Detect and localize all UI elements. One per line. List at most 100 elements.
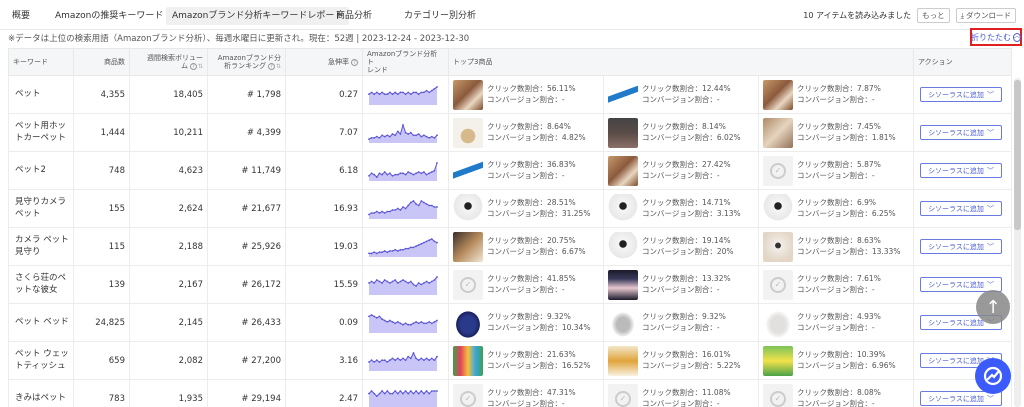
- keyword-cell[interactable]: カメラ ペット見守り: [8, 227, 74, 267]
- product-image[interactable]: [608, 269, 638, 300]
- trend-point: [417, 281, 420, 284]
- product-image[interactable]: [453, 155, 483, 186]
- conversion-share-label: コンバージョン割合：: [797, 360, 872, 370]
- keyword-text[interactable]: ペット2: [15, 165, 46, 175]
- product-image[interactable]: [453, 117, 483, 148]
- trend-point: [436, 275, 438, 278]
- product-image[interactable]: [763, 117, 793, 148]
- product-image[interactable]: [608, 345, 638, 376]
- product-placeholder-image[interactable]: ✓: [763, 383, 793, 407]
- trend-point: [375, 316, 378, 319]
- product-image[interactable]: [453, 193, 483, 224]
- product-image[interactable]: [453, 231, 483, 262]
- keyword-cell[interactable]: ペット用ホットカーペット: [8, 113, 74, 153]
- add-label: シソーラスに追加: [928, 166, 984, 175]
- product-stats: クリック数割合：9.32% コンバージョン割合：10.34%: [487, 312, 590, 333]
- keyword-text[interactable]: きみはペット: [15, 393, 66, 403]
- product-image[interactable]: [608, 117, 638, 148]
- download-button[interactable]: ⤓ ダウンロード: [955, 8, 1016, 23]
- col-weekly-search[interactable]: 週間検索ボリューム? ⇅: [129, 47, 208, 77]
- keyword-text[interactable]: カメラ ペット見守り: [15, 235, 69, 256]
- col-brand-rank[interactable]: Amazonブランド分 析ランキング? ⇅: [207, 47, 286, 77]
- product-image[interactable]: [608, 193, 638, 224]
- top-product-cell: クリック数割合：7.87% コンバージョン割合：-: [758, 75, 914, 115]
- product-image[interactable]: [453, 345, 483, 376]
- add-to-thesaurus-button[interactable]: シソーラスに追加﹀: [920, 163, 1002, 179]
- top-product: クリック数割合：27.42% コンバージョン割合：-: [608, 153, 754, 189]
- keyword-text[interactable]: 見守りカメラペット: [15, 197, 66, 218]
- keyword-cell[interactable]: ペット: [8, 75, 74, 115]
- product-image[interactable]: [763, 307, 793, 338]
- conversion-share-line: コンバージョン割合：-: [642, 323, 726, 334]
- product-placeholder-image[interactable]: ✓: [453, 269, 483, 300]
- fold-button[interactable]: 折りたたむ ︿: [970, 28, 1022, 46]
- scroll-top-button[interactable]: ↑: [976, 290, 1010, 324]
- add-to-thesaurus-button[interactable]: シソーラスに追加﹀: [920, 87, 1002, 103]
- click-share-label: クリック数割合：: [487, 236, 547, 246]
- product-image[interactable]: [608, 231, 638, 262]
- volume-value: 1,935: [178, 393, 203, 404]
- tab-brand-analytics[interactable]: Amazonブランド分析キーワードレポート: [166, 7, 350, 25]
- product-image[interactable]: [453, 79, 483, 110]
- tab-amazon-recommended[interactable]: Amazonの推奨キーワード3: [55, 7, 172, 25]
- add-to-thesaurus-button[interactable]: シソーラスに追加﹀: [920, 201, 1002, 217]
- trend-point: [386, 280, 389, 283]
- trend-point: [391, 357, 394, 359]
- keyword-text[interactable]: ペット ウェットティッシュ: [15, 349, 69, 370]
- product-image[interactable]: [763, 193, 793, 224]
- keyword-cell[interactable]: ペット2: [8, 151, 74, 191]
- product-image[interactable]: [453, 307, 483, 338]
- click-share-value: 11.08%: [702, 388, 731, 398]
- product-placeholder-image[interactable]: ✓: [608, 383, 638, 407]
- products-value: 24,825: [95, 317, 125, 328]
- trend-point: [368, 92, 370, 95]
- keyword-text[interactable]: ペット ベッド: [15, 317, 69, 327]
- sort-icon[interactable]: ⇅: [198, 63, 203, 70]
- product-image[interactable]: [608, 307, 638, 338]
- tab-overview[interactable]: 概要: [12, 7, 30, 25]
- col-growth[interactable]: 急伸率?: [285, 47, 363, 77]
- tab-product-analysis[interactable]: 商品分析: [336, 7, 372, 25]
- info-icon[interactable]: ?: [267, 62, 275, 70]
- more-button[interactable]: もっと: [917, 8, 950, 23]
- sort-icon[interactable]: ⇅: [276, 63, 281, 70]
- keyword-cell[interactable]: きみはペット: [8, 379, 74, 407]
- scrollbar-thumb[interactable]: [1014, 80, 1021, 230]
- trend-point: [412, 91, 415, 93]
- product-image[interactable]: [608, 155, 638, 186]
- product-placeholder-image[interactable]: ✓: [763, 155, 793, 186]
- keyword-text[interactable]: さくら荘のペットな彼女: [15, 273, 66, 294]
- keyword-cell[interactable]: ペット ベッド: [8, 303, 74, 343]
- keyword-cell[interactable]: 見守りカメラペット: [8, 189, 74, 229]
- info-icon[interactable]: ?: [351, 59, 358, 67]
- keyword-text[interactable]: ペット用ホットカーペット: [15, 121, 66, 142]
- trend-point: [425, 202, 428, 205]
- keyword-cell[interactable]: さくら荘のペットな彼女: [8, 265, 74, 305]
- conversion-share-label: コンバージョン割合：: [797, 94, 872, 104]
- top-product: クリック数割合：14.71% コンバージョン割合：3.13%: [608, 191, 754, 227]
- keyword-cell[interactable]: ペット ウェットティッシュ: [8, 341, 74, 381]
- click-share-value: 5.87%: [857, 160, 881, 170]
- product-image[interactable]: [608, 79, 638, 110]
- growth-value: 0.27: [339, 89, 358, 100]
- trend-point: [378, 280, 381, 283]
- rank-cell: # 27,200: [207, 341, 286, 381]
- info-icon[interactable]: ?: [189, 62, 197, 70]
- trend-point: [412, 134, 415, 136]
- product-placeholder-image[interactable]: ✓: [453, 383, 483, 407]
- add-to-thesaurus-button[interactable]: シソーラスに追加﹀: [920, 125, 1002, 141]
- product-image[interactable]: [763, 345, 793, 376]
- add-to-thesaurus-button[interactable]: シソーラスに追加﹀: [920, 239, 1002, 255]
- trend-point: [436, 355, 438, 358]
- conversion-share-line: コンバージョン割合：1.81%: [797, 133, 896, 144]
- tab-category-analysis[interactable]: カテゴリー別分析: [404, 7, 476, 25]
- product-image[interactable]: [763, 79, 793, 110]
- trend-point: [375, 278, 378, 281]
- product-image[interactable]: [763, 231, 793, 262]
- col-products[interactable]: 商品数: [73, 47, 130, 77]
- app-logo-button[interactable]: [975, 358, 1011, 394]
- conversion-share-label: コンバージョン割合：: [642, 284, 717, 294]
- keyword-text[interactable]: ペット: [15, 89, 41, 99]
- click-share-line: クリック数割合：8.64%: [487, 122, 586, 133]
- product-placeholder-image[interactable]: ✓: [763, 269, 793, 300]
